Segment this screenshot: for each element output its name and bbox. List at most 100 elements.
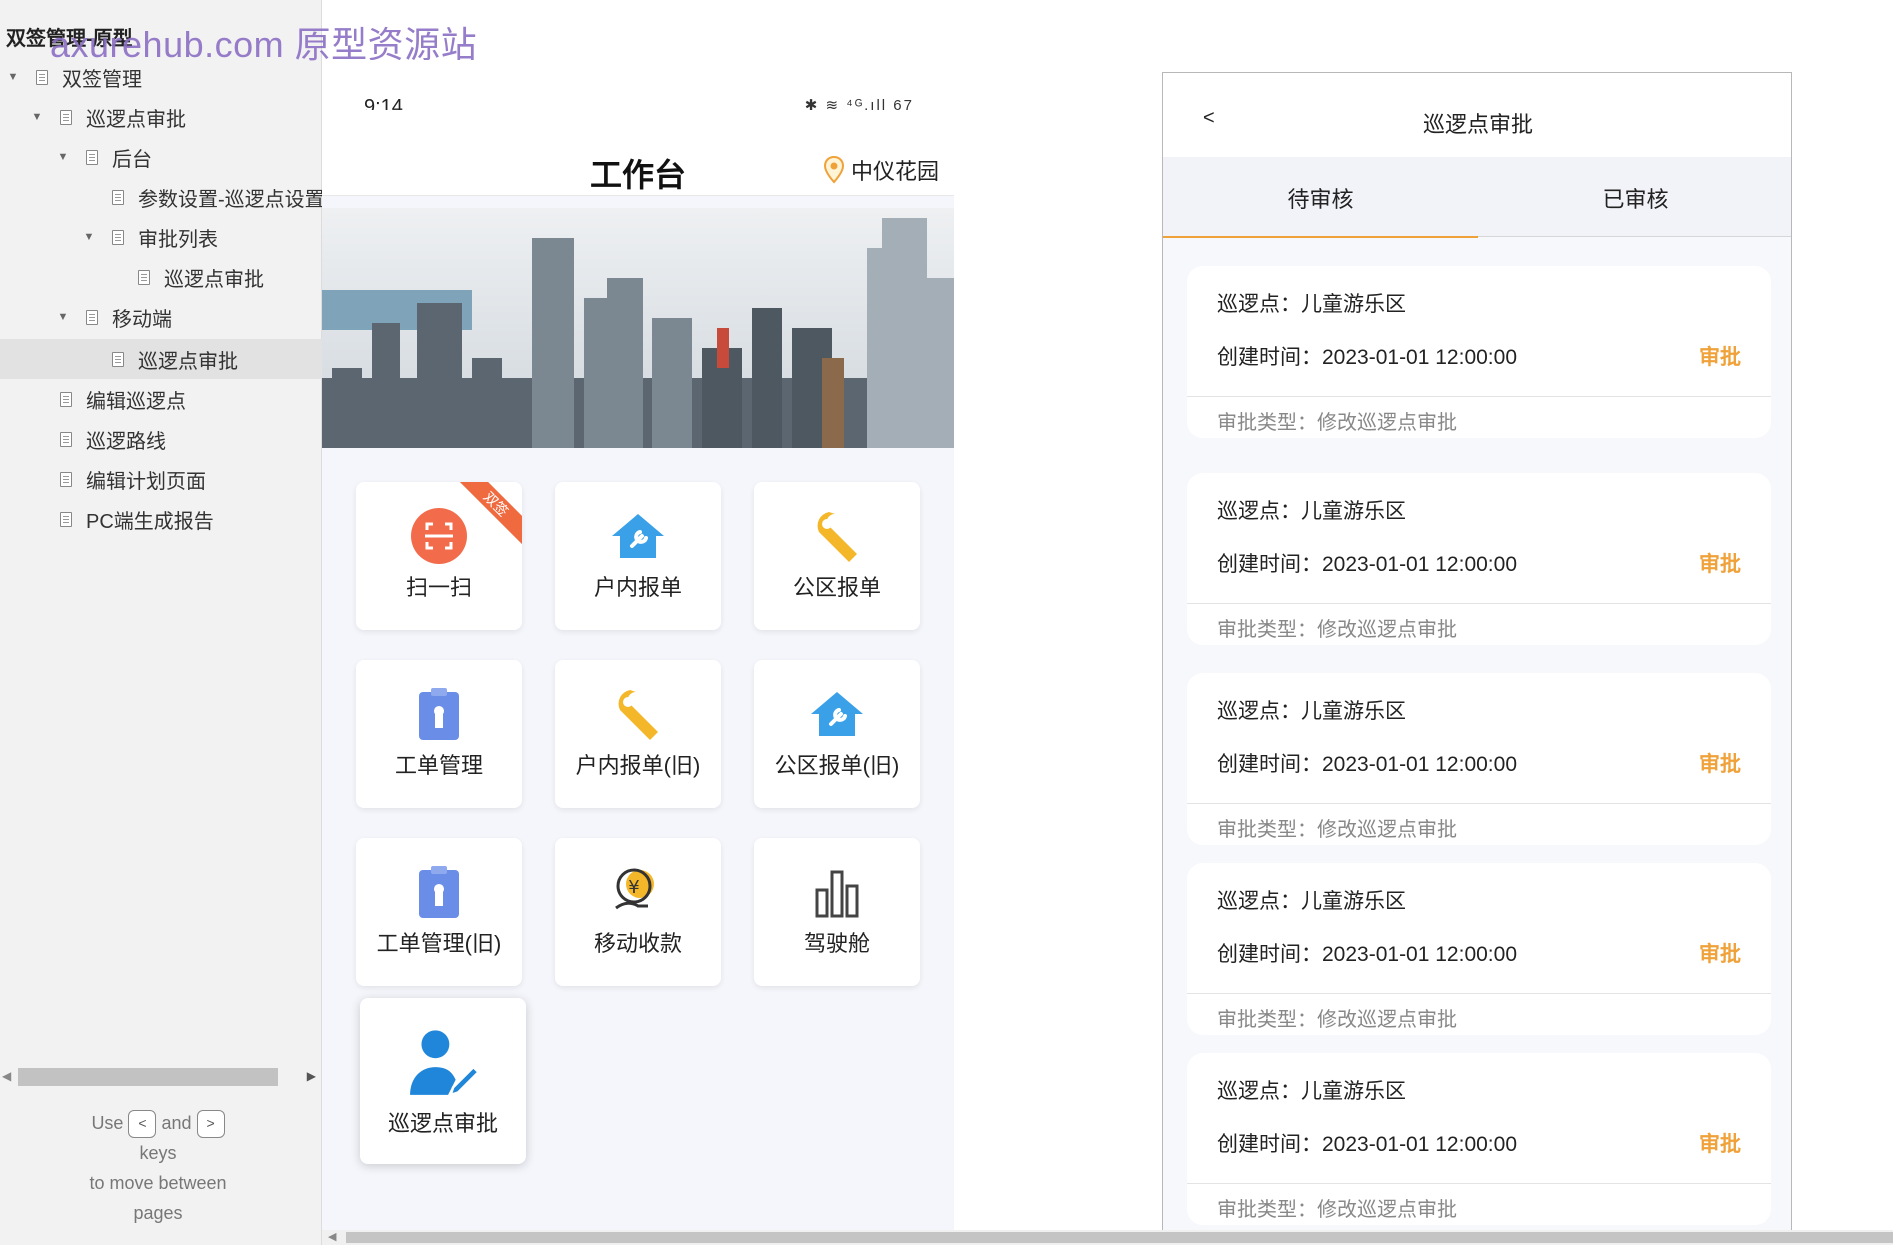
tree-item-page[interactable]: 巡逻点审批 (0, 257, 322, 297)
tile-label: 户内报单(旧) (575, 753, 701, 778)
approval-card[interactable]: 巡逻点：儿童游乐区 创建时间：2023-01-01 12:00:00 审批 审批… (1187, 673, 1771, 845)
scroll-right-arrow-icon[interactable]: ▶ (307, 1069, 316, 1083)
tree-item-page[interactable]: 巡逻路线 (0, 419, 322, 459)
divider (1187, 396, 1771, 397)
tree-item-label: 后台 (112, 148, 152, 171)
tree-item-root[interactable]: ▼ 双签管理 (0, 57, 322, 97)
tree-item-folder[interactable]: ▼ 审批列表 (0, 217, 322, 257)
mobile-workbench: 9:14 ✱ ≋ ⁴ᴳ.ıll 67 工作台 中仪花园 双签 扫一扫 户内报单 … (322, 60, 954, 1245)
scroll-left-arrow-icon[interactable]: ◀ (2, 1069, 11, 1083)
created-time: 创建时间：2023-01-01 12:00:00 (1217, 943, 1517, 966)
house-wrench-icon (612, 514, 664, 558)
tile-label: 扫一扫 (405, 575, 472, 600)
location-pin-icon (823, 156, 844, 184)
tree-item-label: 移动端 (112, 308, 172, 331)
created-time: 创建时间：2023-01-01 12:00:00 (1217, 1133, 1517, 1156)
prev-key-icon: < (128, 1110, 157, 1139)
divider (1187, 993, 1771, 994)
sidebar-horizontal-scrollbar[interactable]: ◀ ▶ (0, 1066, 322, 1088)
tile-indoor-report-old[interactable]: 户内报单(旧) (555, 660, 721, 808)
approve-button[interactable]: 审批 (1699, 548, 1741, 578)
approval-card[interactable]: 巡逻点：儿童游乐区 创建时间：2023-01-01 12:00:00 审批 审批… (1187, 266, 1771, 438)
collapse-arrow-icon[interactable]: ▼ (82, 231, 96, 243)
tile-public-report-old[interactable]: 公区报单(旧) (754, 660, 920, 808)
tile-label: 公区报单(旧) (774, 753, 900, 778)
tree-item-label: 双签管理 (62, 68, 142, 91)
collapse-arrow-icon[interactable]: ▼ (56, 311, 70, 323)
scrollbar-thumb[interactable] (346, 1232, 1893, 1243)
approval-card[interactable]: 巡逻点：儿童游乐区 创建时间：2023-01-01 12:00:00 审批 审批… (1187, 1053, 1771, 1225)
tile-work-order[interactable]: 工单管理 (356, 660, 522, 808)
collapse-arrow-icon[interactable]: ▼ (30, 111, 44, 123)
back-button[interactable]: < (1203, 107, 1215, 130)
tree-item-page-selected[interactable]: 巡逻点审批 (0, 339, 322, 379)
tree-item-label: 编辑巡逻点 (86, 390, 186, 413)
tab-reviewed[interactable]: 已审核 (1478, 157, 1791, 237)
tile-indoor-report[interactable]: 户内报单 (555, 482, 721, 630)
tree-item-folder[interactable]: ▼ 巡逻点审批 (0, 97, 322, 137)
page-icon (60, 109, 72, 125)
approval-type: 审批类型：修改巡逻点审批 (1217, 1009, 1457, 1031)
sitemap-sidebar: 双签管理-原型 axurehub.com 原型资源站 ▼ 双签管理 ▼ 巡逻点审… (0, 0, 477, 1245)
patrol-approval-panel: 巡逻点审批 < 待审核 已审核 巡逻点：儿童游乐区 创建时间：2023-01-0… (1162, 72, 1792, 1245)
approve-button[interactable]: 审批 (1699, 341, 1741, 371)
page-icon (60, 471, 72, 487)
tile-cockpit[interactable]: 驾驶舱 (754, 838, 920, 986)
scrollbar-thumb[interactable] (18, 1068, 278, 1086)
tile-label: 巡逻点审批 (387, 1111, 498, 1136)
patrol-point: 巡逻点：儿童游乐区 (1217, 500, 1406, 523)
panel-title: 巡逻点审批 (1422, 112, 1533, 137)
location-label: 中仪花园 (850, 159, 939, 184)
created-time: 创建时间：2023-01-01 12:00:00 (1217, 346, 1517, 369)
page-icon (86, 149, 98, 165)
wrench-icon (618, 690, 658, 740)
page-horizontal-scrollbar[interactable]: ◀ (322, 1230, 1893, 1245)
panel-header: 巡逻点审批 < (1163, 73, 1791, 157)
tree-item-label: 巡逻点审批 (164, 268, 264, 291)
tree-item-folder[interactable]: ▼ 后台 (0, 137, 322, 177)
patrol-point: 巡逻点：儿童游乐区 (1217, 700, 1406, 723)
page-icon (60, 511, 72, 527)
collapse-arrow-icon[interactable]: ▼ (56, 151, 70, 163)
tree-item-page[interactable]: 编辑计划页面 (0, 459, 322, 499)
tab-pending[interactable]: 待审核 (1163, 157, 1478, 238)
approve-button[interactable]: 审批 (1699, 938, 1741, 968)
tile-mobile-payment[interactable]: ¥ 移动收款 (555, 838, 721, 986)
scan-icon (411, 508, 467, 564)
next-key-icon: > (196, 1110, 225, 1139)
page-icon (112, 351, 124, 367)
created-time: 创建时间：2023-01-01 12:00:00 (1217, 753, 1517, 776)
scroll-left-arrow-icon[interactable]: ◀ (328, 1230, 336, 1243)
page-icon (60, 431, 72, 447)
created-time: 创建时间：2023-01-01 12:00:00 (1217, 553, 1517, 576)
location-selector[interactable]: 中仪花园 (823, 154, 939, 186)
tile-scan[interactable]: 双签 扫一扫 (356, 482, 522, 630)
divider (1187, 803, 1771, 804)
tile-label: 公区报单 (792, 575, 881, 600)
tree-item-label: 巡逻点审批 (86, 108, 186, 131)
page-icon (86, 309, 98, 325)
tree-item-label: PC端生成报告 (86, 510, 214, 533)
approval-type: 审批类型：修改巡逻点审批 (1217, 819, 1457, 841)
svg-text:¥: ¥ (628, 877, 639, 898)
tree-item-page[interactable]: 参数设置-巡逻点设置 (0, 177, 322, 217)
tile-public-report[interactable]: 公区报单 (754, 482, 920, 630)
tree-item-folder[interactable]: ▼ 移动端 (0, 297, 322, 337)
approval-card[interactable]: 巡逻点：儿童游乐区 创建时间：2023-01-01 12:00:00 审批 审批… (1187, 863, 1771, 1035)
approval-card[interactable]: 巡逻点：儿童游乐区 创建时间：2023-01-01 12:00:00 审批 审批… (1187, 473, 1771, 645)
city-banner-image (322, 208, 954, 448)
approve-button[interactable]: 审批 (1699, 748, 1741, 778)
tree-item-page[interactable]: PC端生成报告 (0, 499, 322, 539)
house-wrench-icon (811, 692, 863, 736)
tile-patrol-approval[interactable]: 巡逻点审批 (360, 998, 526, 1164)
approval-type: 审批类型：修改巡逻点审批 (1217, 1199, 1457, 1221)
collapse-arrow-icon[interactable]: ▼ (6, 71, 20, 83)
page-icon (112, 229, 124, 245)
patrol-point: 巡逻点：儿童游乐区 (1217, 1080, 1406, 1103)
tile-work-order-old[interactable]: 工单管理(旧) (356, 838, 522, 986)
approve-button[interactable]: 审批 (1699, 1128, 1741, 1158)
tree-item-page[interactable]: 编辑巡逻点 (0, 379, 322, 419)
tile-label: 工单管理(旧) (376, 931, 502, 956)
approval-type: 审批类型：修改巡逻点审批 (1217, 412, 1457, 434)
user-edit-icon (410, 1030, 481, 1097)
